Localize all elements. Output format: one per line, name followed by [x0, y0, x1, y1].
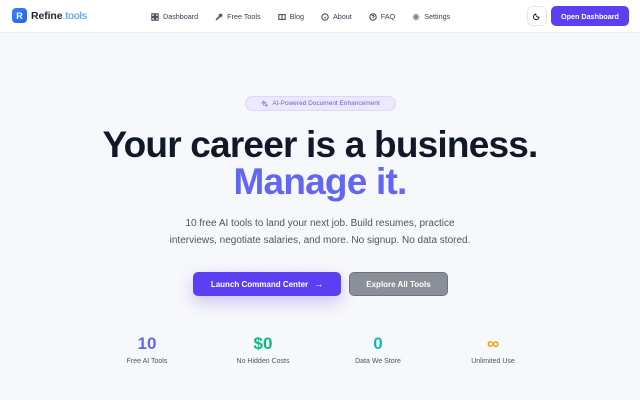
stat-value: $0	[253, 334, 273, 353]
stat-value: ∞	[486, 334, 500, 353]
stat-label: Free AI Tools	[126, 358, 168, 365]
nav-item-dashboard[interactable]: Dashboard	[151, 12, 198, 21]
nav-item-label: FAQ	[380, 12, 396, 21]
stat-data-stored: 0 Data We Store	[318, 334, 438, 365]
gear-icon	[412, 13, 420, 20]
hero-headline-accent: Manage it.	[233, 161, 408, 202]
logo[interactable]: R Refine.tools	[12, 8, 87, 23]
logo-name: Refine	[31, 9, 63, 22]
stat-value: 10	[137, 334, 157, 353]
nav-item-label: Settings	[424, 12, 451, 21]
stat-hidden-costs: $0 No Hidden Costs	[203, 334, 323, 365]
stat-value: 0	[373, 334, 383, 353]
sparkle-icon	[261, 100, 269, 107]
top-nav: R Refine.tools Dashboard Free Tools Blog…	[0, 0, 640, 33]
logo-tld: .tools	[62, 9, 88, 22]
hero-subtext: 10 free AI tools to land your next job. …	[150, 215, 490, 249]
launch-button-label: Launch Command Center	[210, 279, 309, 289]
stat-label: Data We Store	[355, 358, 401, 365]
stat-unlimited-use: ∞ Unlimited Use	[433, 334, 553, 365]
theme-toggle-button[interactable]	[527, 6, 547, 26]
nav-item-blog[interactable]: Blog	[277, 12, 304, 21]
hero-badge: AI-Powered Document Enhancement	[245, 96, 396, 111]
explore-all-tools-button[interactable]: Explore All Tools	[349, 272, 448, 296]
moon-icon	[533, 13, 540, 20]
wrench-icon	[215, 13, 223, 21]
logo-mark: R	[12, 8, 27, 23]
arrow-right-icon: →	[314, 279, 324, 289]
stat-label: No Hidden Costs	[236, 358, 290, 365]
nav-item-label: About	[333, 12, 352, 21]
hero-badge-label: AI-Powered Document Enhancement	[272, 100, 380, 107]
hero-subtext-line: interviews, negotiate salaries, and more…	[169, 235, 471, 246]
grid-icon	[151, 12, 159, 21]
info-icon	[321, 12, 329, 21]
open-dashboard-button[interactable]: Open Dashboard	[551, 6, 629, 26]
launch-command-center-button[interactable]: Launch Command Center →	[193, 272, 341, 296]
help-circle-icon	[369, 12, 377, 21]
logo-text: Refine.tools	[31, 10, 87, 22]
stat-label: Unlimited Use	[471, 358, 515, 365]
nav-item-label: Dashboard	[163, 12, 199, 21]
nav-item-label: Blog	[289, 12, 304, 21]
nav-item-free-tools[interactable]: Free Tools	[215, 12, 261, 21]
nav-links: Dashboard Free Tools Blog About FAQ Sett…	[151, 0, 467, 33]
nav-item-label: Free Tools	[227, 12, 261, 21]
nav-item-about[interactable]: About	[321, 12, 352, 21]
nav-item-settings[interactable]: Settings	[412, 12, 450, 21]
hero-subtext-line: 10 free AI tools to land your next job. …	[185, 218, 455, 229]
hero-headline: Your career is a business.	[102, 124, 538, 165]
book-icon	[277, 13, 286, 20]
stat-free-tools: 10 Free AI Tools	[87, 334, 207, 365]
nav-item-faq[interactable]: FAQ	[369, 12, 395, 21]
